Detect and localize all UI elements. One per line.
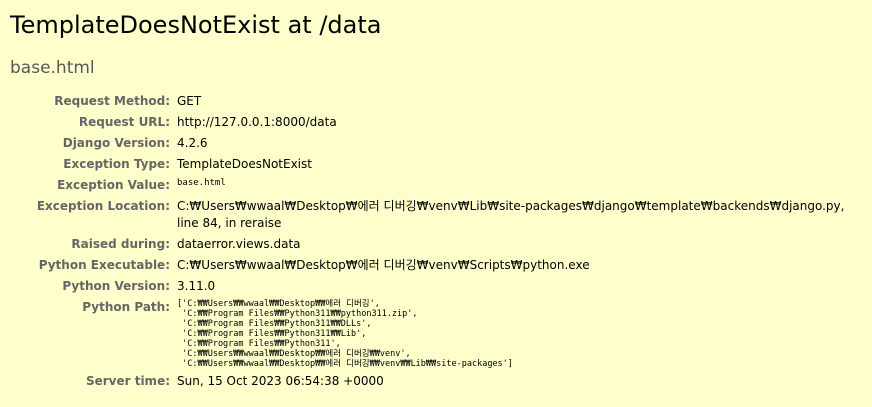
meta-row-raised-during: Raised during: dataerror.views.data: [10, 234, 847, 255]
exception-type-value: TemplateDoesNotExist: [177, 157, 312, 171]
meta-row-python-executable: Python Executable: C:₩Users₩wwaal₩Deskto…: [10, 255, 847, 276]
meta-row-python-path: Python Path: ['C:₩₩Users₩₩wwaal₩₩Desktop…: [10, 297, 847, 371]
meta-label: Python Executable:: [38, 258, 170, 272]
page-title: TemplateDoesNotExist at /data: [10, 11, 382, 39]
exception-location-value: C:₩Users₩wwaal₩Desktop₩에러 디버깅₩venv₩Lib₩s…: [177, 199, 845, 230]
raised-during-value: dataerror.views.data: [177, 237, 301, 251]
server-time-value: Sun, 15 Oct 2023 06:54:38 +0000: [177, 374, 384, 388]
request-url-value: http://127.0.0.1:8000/data: [177, 115, 337, 129]
meta-row-request-method: Request Method: GET: [10, 91, 847, 112]
python-version-value: 3.11.0: [177, 279, 216, 293]
meta-label: Server time:: [85, 374, 170, 388]
meta-row-exception-type: Exception Type: TemplateDoesNotExist: [10, 154, 847, 175]
exception-subtitle: base.html: [10, 58, 95, 78]
meta-label: Python Path:: [82, 300, 170, 314]
meta-row-python-version: Python Version: 3.11.0: [10, 276, 847, 297]
meta-label: Django Version:: [62, 136, 170, 150]
exception-value-text: base.html: [177, 178, 226, 188]
error-summary: TemplateDoesNotExist at /data base.html …: [0, 0, 872, 392]
python-path-value: ['C:₩₩Users₩₩wwaal₩₩Desktop₩₩에러 디버깅', 'C…: [177, 299, 513, 369]
meta-row-request-url: Request URL: http://127.0.0.1:8000/data: [10, 112, 847, 133]
meta-row-server-time: Server time: Sun, 15 Oct 2023 06:54:38 +…: [10, 371, 847, 392]
python-executable-value: C:₩Users₩wwaal₩Desktop₩에러 디버깅₩venv₩Scrip…: [177, 258, 590, 272]
meta-label: Exception Value:: [57, 178, 170, 192]
request-method-value: GET: [177, 94, 202, 108]
meta-label: Request URL:: [78, 115, 170, 129]
meta-label: Request Method:: [54, 94, 170, 108]
meta-row-exception-value: Exception Value: base.html: [10, 175, 847, 196]
django-version-value: 4.2.6: [177, 136, 208, 150]
meta-label: Exception Type:: [63, 157, 170, 171]
request-meta-table: Request Method: GET Request URL: http://…: [10, 91, 847, 392]
meta-label: Exception Location:: [36, 199, 170, 213]
meta-row-exception-location: Exception Location: C:₩Users₩wwaal₩Deskt…: [10, 196, 847, 234]
meta-row-django-version: Django Version: 4.2.6: [10, 133, 847, 154]
meta-label: Python Version:: [62, 279, 170, 293]
meta-label: Raised during:: [71, 237, 170, 251]
